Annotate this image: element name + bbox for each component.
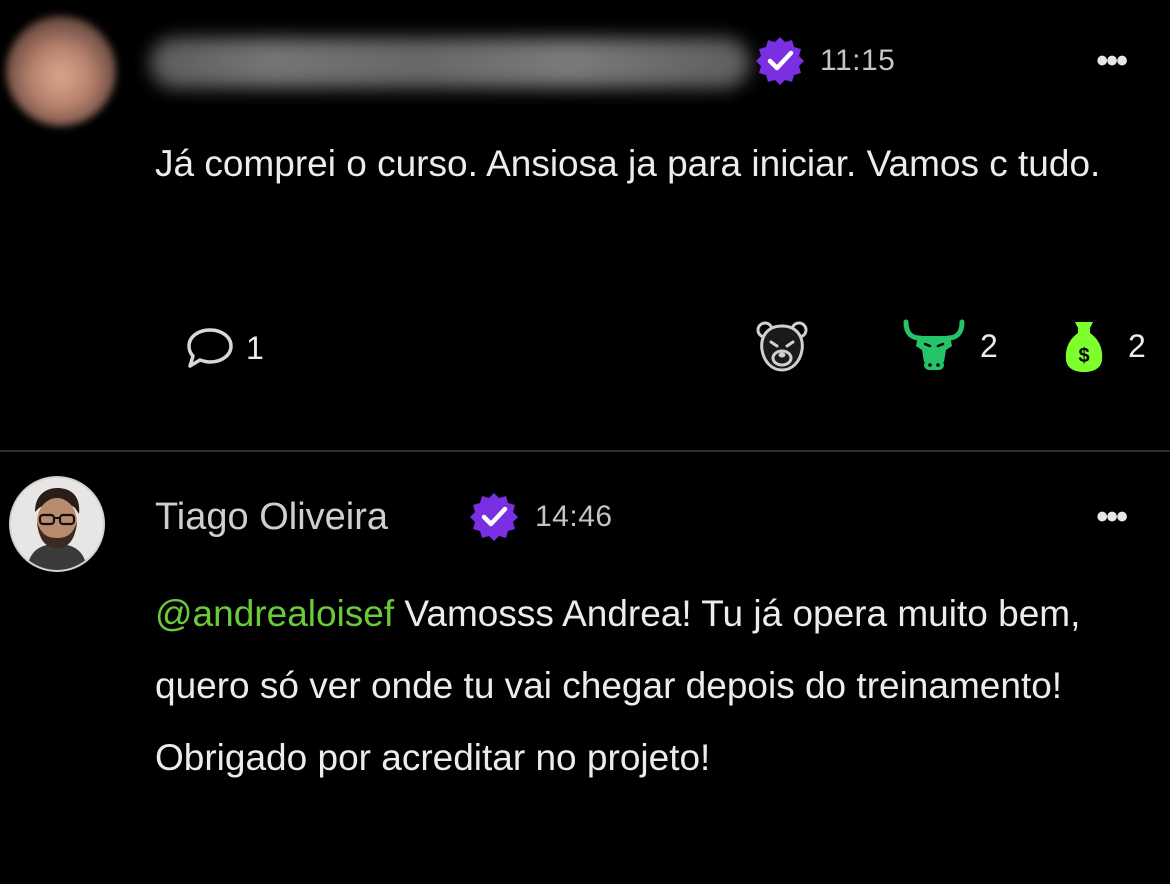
avatar-photo bbox=[11, 478, 103, 570]
avatar[interactable] bbox=[9, 476, 105, 572]
post-divider bbox=[0, 450, 1170, 452]
more-options-button[interactable]: ••• bbox=[1096, 498, 1128, 537]
author-name[interactable]: Tiago Oliveira bbox=[155, 496, 388, 539]
reply-post: Tiago Oliveira 14:46 ••• @andrealoisef V… bbox=[0, 0, 1170, 778]
verified-badge-icon bbox=[470, 493, 518, 541]
timestamp: 14:46 bbox=[535, 500, 613, 533]
reply-text: @andrealoisef Vamosss Andrea! Tu já oper… bbox=[155, 578, 1155, 794]
user-mention-link[interactable]: @andrealoisef bbox=[155, 593, 394, 634]
